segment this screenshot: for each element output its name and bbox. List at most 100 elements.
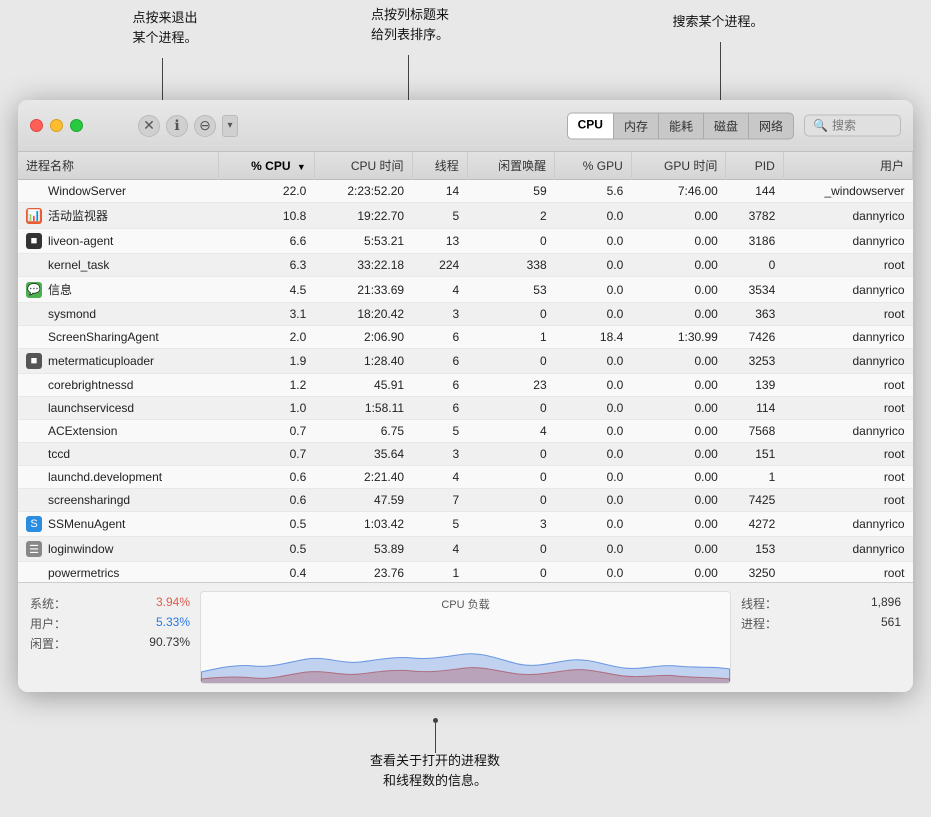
cell-gpu_pct: 5.6 xyxy=(555,180,632,203)
cell-gpu_pct: 18.4 xyxy=(555,326,632,349)
minimize-button[interactable] xyxy=(50,119,63,132)
cell-pid: 151 xyxy=(726,443,783,466)
cell-user: root xyxy=(783,374,912,397)
traffic-lights xyxy=(30,119,83,132)
col-header-threads[interactable]: 线程 xyxy=(412,152,467,180)
table-row[interactable]: launchd.development0.62:21.40400.00.001r… xyxy=(18,466,913,489)
table-row[interactable]: launchservicesd1.01:58.11600.00.00114roo… xyxy=(18,397,913,420)
cell-cpu_time: 23.76 xyxy=(314,562,412,583)
cell-name: WindowServer xyxy=(18,180,218,202)
cell-gpu_pct: 0.0 xyxy=(555,443,632,466)
table-row[interactable]: ACExtension0.76.75540.00.007568dannyrico xyxy=(18,420,913,443)
cell-name: launchservicesd xyxy=(18,397,218,419)
table-row[interactable]: WindowServer22.02:23:52.2014595.67:46.00… xyxy=(18,180,913,203)
cell-idle_wake: 0 xyxy=(467,466,554,489)
stat-system: 系统： 3.94% xyxy=(30,595,190,612)
cell-idle_wake: 3 xyxy=(467,512,554,537)
cell-user: root xyxy=(783,466,912,489)
cell-threads: 6 xyxy=(412,326,467,349)
stat-threads: 线程： 1,896 xyxy=(741,595,901,612)
info-button[interactable]: ℹ xyxy=(166,115,188,137)
cell-pid: 7568 xyxy=(726,420,783,443)
table-row[interactable]: corebrightnessd1.245.916230.00.00139root xyxy=(18,374,913,397)
cell-name: kernel_task xyxy=(18,254,218,276)
table-row[interactable]: 📊活动监视器10.819:22.70520.00.003782dannyrico xyxy=(18,203,913,229)
app-icon: ■ xyxy=(26,233,42,249)
cell-name: tccd xyxy=(18,443,218,465)
cell-idle_wake: 53 xyxy=(467,277,554,303)
cell-gpu_time: 0.00 xyxy=(631,489,726,512)
table-row[interactable]: 💬信息4.521:33.694530.00.003534dannyrico xyxy=(18,277,913,303)
col-header-name[interactable]: 进程名称 xyxy=(18,152,218,180)
table-row[interactable]: ScreenSharingAgent2.02:06.906118.41:30.9… xyxy=(18,326,913,349)
inspect-button[interactable]: ⊖ xyxy=(194,115,216,137)
cell-pid: 114 xyxy=(726,397,783,420)
fullscreen-button[interactable] xyxy=(70,119,83,132)
cell-gpu_time: 0.00 xyxy=(631,277,726,303)
col-header-user[interactable]: 用户 xyxy=(783,152,912,180)
table-row[interactable]: sysmond3.118:20.42300.00.00363root xyxy=(18,303,913,326)
col-header-gpu-pct[interactable]: % GPU xyxy=(555,152,632,180)
table-row[interactable]: SSSMenuAgent0.51:03.42530.00.004272danny… xyxy=(18,512,913,537)
tab-cpu[interactable]: CPU xyxy=(568,113,614,138)
cell-user: dannyrico xyxy=(783,349,912,374)
cell-idle_wake: 0 xyxy=(467,537,554,562)
cell-gpu_pct: 0.0 xyxy=(555,349,632,374)
cell-gpu_time: 7:46.00 xyxy=(631,180,726,203)
close-button[interactable] xyxy=(30,119,43,132)
col-header-idle-wake[interactable]: 闲置唤醒 xyxy=(467,152,554,180)
col-header-gpu-time[interactable]: GPU 时间 xyxy=(631,152,726,180)
cpu-stats-right: 线程： 1,896 进程： 561 xyxy=(741,591,901,684)
stat-idle-value: 90.73% xyxy=(149,635,190,652)
table-row[interactable]: powermetrics0.423.76100.00.003250root xyxy=(18,562,913,583)
tab-network[interactable]: 网络 xyxy=(749,113,793,138)
cell-idle_wake: 4 xyxy=(467,420,554,443)
dropdown-button[interactable]: ▾ xyxy=(222,115,238,137)
cell-cpu_time: 21:33.69 xyxy=(314,277,412,303)
cell-gpu_time: 0.00 xyxy=(631,254,726,277)
tab-energy[interactable]: 能耗 xyxy=(659,113,704,138)
table-row[interactable]: tccd0.735.64300.00.00151root xyxy=(18,443,913,466)
cell-gpu_pct: 0.0 xyxy=(555,512,632,537)
table-row[interactable]: ☰loginwindow0.553.89400.00.00153dannyric… xyxy=(18,537,913,562)
cell-pid: 139 xyxy=(726,374,783,397)
cell-gpu_time: 0.00 xyxy=(631,512,726,537)
cell-cpu_time: 2:06.90 xyxy=(314,326,412,349)
quit-process-button[interactable]: ✕ xyxy=(138,115,160,137)
tab-disk[interactable]: 磁盘 xyxy=(704,113,749,138)
cell-gpu_pct: 0.0 xyxy=(555,397,632,420)
callout-sort: 点按列标题来给列表排序。 xyxy=(335,5,485,45)
cell-cpu_time: 18:20.42 xyxy=(314,303,412,326)
table-row[interactable]: screensharingd0.647.59700.00.007425root xyxy=(18,489,913,512)
col-header-cpu-time[interactable]: CPU 时间 xyxy=(314,152,412,180)
cell-cpu_pct: 1.9 xyxy=(218,349,314,374)
cell-threads: 1 xyxy=(412,562,467,583)
cell-gpu_pct: 0.0 xyxy=(555,229,632,254)
process-table: 进程名称 % CPU ▼ CPU 时间 线程 闲置唤醒 % GPU GPU 时间… xyxy=(18,152,913,582)
cell-gpu_time: 0.00 xyxy=(631,420,726,443)
cell-threads: 14 xyxy=(412,180,467,203)
cell-gpu_pct: 0.0 xyxy=(555,203,632,229)
app-icon: ■ xyxy=(26,353,42,369)
activity-monitor-window: ✕ ℹ ⊖ ▾ CPU 内存 能耗 磁盘 网络 🔍 xyxy=(18,100,913,692)
cell-user: dannyrico xyxy=(783,512,912,537)
cell-name: ScreenSharingAgent xyxy=(18,326,218,348)
cell-cpu_pct: 22.0 xyxy=(218,180,314,203)
cell-idle_wake: 0 xyxy=(467,489,554,512)
cell-name: ACExtension xyxy=(18,420,218,442)
table-row[interactable]: kernel_task6.333:22.182243380.00.000root xyxy=(18,254,913,277)
tab-memory[interactable]: 内存 xyxy=(614,113,659,138)
cell-user: dannyrico xyxy=(783,277,912,303)
cell-idle_wake: 59 xyxy=(467,180,554,203)
col-header-cpu-pct[interactable]: % CPU ▼ xyxy=(218,152,314,180)
table-row[interactable]: ■liveon-agent6.65:53.211300.00.003186dan… xyxy=(18,229,913,254)
stat-user: 用户： 5.33% xyxy=(30,615,190,632)
cell-pid: 1 xyxy=(726,466,783,489)
table-row[interactable]: ■metermaticuploader1.91:28.40600.00.0032… xyxy=(18,349,913,374)
cell-cpu_pct: 1.0 xyxy=(218,397,314,420)
search-input[interactable] xyxy=(832,119,892,133)
cell-cpu_pct: 4.5 xyxy=(218,277,314,303)
search-box[interactable]: 🔍 xyxy=(804,115,901,137)
cell-pid: 7425 xyxy=(726,489,783,512)
col-header-pid[interactable]: PID xyxy=(726,152,783,180)
